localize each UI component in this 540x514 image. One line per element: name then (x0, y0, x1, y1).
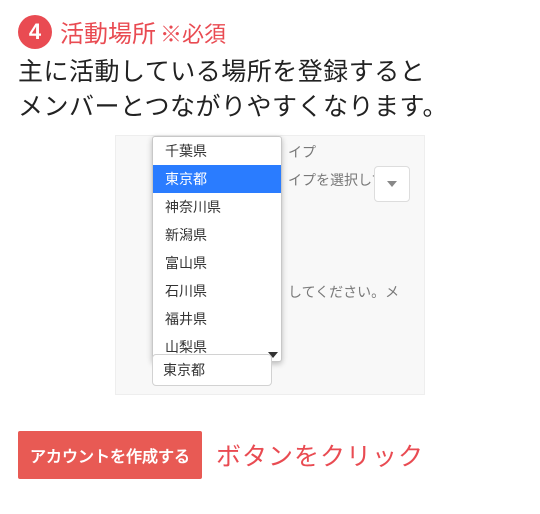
background-hint-fragment: してください。メ (288, 282, 399, 302)
background-label-fragment: イプ (288, 142, 316, 162)
type-select-toggle[interactable] (374, 166, 410, 202)
prefecture-option[interactable]: 神奈川県 (153, 193, 281, 221)
screenshot-panel: イプ イプを選択してく してください。メ 千葉県東京都神奈川県新潟県富山県石川県… (115, 135, 425, 395)
prefecture-option[interactable]: 新潟県 (153, 221, 281, 249)
prefecture-option[interactable]: 東京都 (153, 165, 281, 193)
step-number-badge: 4 (18, 15, 52, 49)
prefecture-option[interactable]: 千葉県 (153, 137, 281, 165)
create-account-button[interactable]: アカウントを作成する (18, 431, 202, 479)
location-field-value: 東京都 (163, 360, 205, 380)
prefecture-dropdown-list[interactable]: 千葉県東京都神奈川県新潟県富山県石川県福井県山梨県 (152, 136, 282, 362)
prefecture-option[interactable]: 石川県 (153, 277, 281, 305)
description-line-2: メンバーとつながりやすくなります。 (18, 93, 448, 121)
section-title: 活動場所 ※必須 (60, 14, 226, 49)
required-marker: ※必須 (160, 17, 226, 49)
prefecture-option[interactable]: 富山県 (153, 249, 281, 277)
create-account-button-label: アカウントを作成する (30, 449, 190, 466)
cta-instruction-text: ボタンをクリック (216, 437, 424, 473)
location-field[interactable]: 東京都 (152, 354, 272, 386)
chevron-down-icon (387, 181, 397, 187)
prefecture-option[interactable]: 福井県 (153, 305, 281, 333)
description-line-1: 主に活動している場所を登録すると (18, 58, 425, 86)
section-title-text: 活動場所 (60, 14, 156, 49)
section-description: 主に活動している場所を登録すると メンバーとつながりやすくなります。 (18, 55, 522, 125)
